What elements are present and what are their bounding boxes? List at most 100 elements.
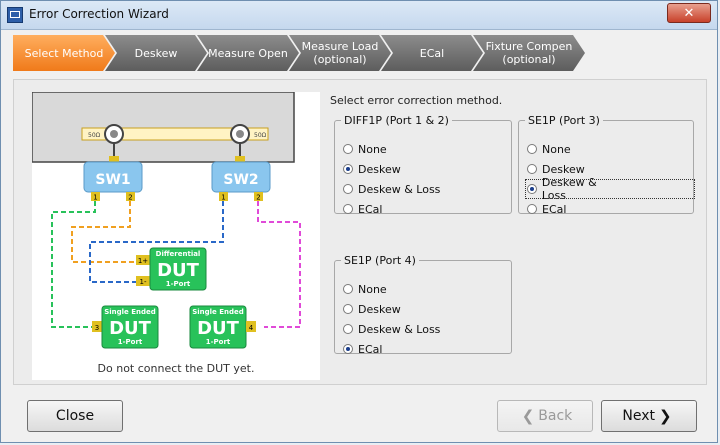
dut-differential-sub: 1-Port bbox=[166, 280, 191, 288]
step-label: Measure Load (optional) bbox=[301, 40, 379, 66]
sw1-pin-2-label: 2 bbox=[128, 194, 132, 202]
option-label: None bbox=[542, 142, 571, 156]
dut-differential-top: Differential bbox=[156, 250, 201, 258]
radio-icon[interactable] bbox=[343, 144, 353, 154]
option-label: Deskew bbox=[358, 302, 401, 316]
sw1-pin-1-label: 1 bbox=[93, 194, 97, 202]
radio-selected-icon[interactable] bbox=[343, 164, 353, 174]
cable-magenta bbox=[257, 201, 301, 328]
step-deskew: Deskew bbox=[105, 35, 207, 71]
connector-2-core bbox=[236, 130, 244, 138]
se1p4-option-none[interactable]: None bbox=[343, 281, 387, 297]
next-button-label: Next bbox=[622, 408, 656, 424]
wizard-steps: Select Method Deskew Measure Open Measur… bbox=[13, 35, 707, 73]
step-label: Measure Open bbox=[208, 46, 288, 60]
step-label: Fixture Compen (optional) bbox=[485, 40, 573, 66]
step-fixture-compen: Fixture Compen (optional) bbox=[473, 35, 585, 71]
se1p3-option-deskew[interactable]: Deskew bbox=[527, 161, 585, 177]
option-label: ECal bbox=[358, 342, 383, 356]
next-button[interactable]: Next ❯ bbox=[601, 400, 697, 432]
se1p3-option-none[interactable]: None bbox=[527, 141, 571, 157]
group-se1p-port4: SE1P (Port 4) None Deskew Deskew & Loss … bbox=[334, 254, 512, 357]
diagram-svg: 50Ω 50Ω SW1 SW2 1 2 1 2 1+ 1- Differenti… bbox=[31, 91, 301, 375]
diff-pin-minus-label: 1- bbox=[140, 278, 147, 286]
radio-icon[interactable] bbox=[343, 304, 353, 314]
sw2-pin-1-label: 1 bbox=[221, 194, 225, 202]
se1p4-option-deskew-loss[interactable]: Deskew & Loss bbox=[343, 321, 440, 337]
dut-se4-sub: 1-Port bbox=[206, 338, 231, 346]
step-select-method: Select Method bbox=[13, 35, 115, 71]
group-diff1p-legend: DIFF1P (Port 1 & 2) bbox=[344, 114, 449, 127]
se1p4-option-deskew[interactable]: Deskew bbox=[343, 301, 401, 317]
switch-sw2-label: SW2 bbox=[223, 172, 258, 188]
chevron-left-icon: ❮ bbox=[521, 407, 535, 425]
dut-differential-main: DUT bbox=[157, 260, 200, 281]
dut-se3-sub: 1-Port bbox=[118, 338, 143, 346]
radio-icon[interactable] bbox=[343, 184, 353, 194]
back-button-label: Back bbox=[538, 408, 573, 424]
option-label: Deskew & Loss bbox=[358, 182, 441, 196]
group-diff1p: DIFF1P (Port 1 & 2) None Deskew Deskew &… bbox=[334, 114, 512, 217]
cable-green bbox=[51, 201, 100, 328]
group-se1p4-legend: SE1P (Port 4) bbox=[344, 254, 416, 267]
step-ecal: ECal bbox=[381, 35, 483, 71]
close-button-label: Close bbox=[55, 408, 95, 424]
diff1p-option-ecal[interactable]: ECal bbox=[343, 201, 382, 217]
port-label-1: 50Ω bbox=[88, 132, 101, 139]
radio-icon[interactable] bbox=[527, 144, 537, 154]
group-se1p-port3: SE1P (Port 3) None Deskew Deskew & Loss … bbox=[518, 114, 695, 217]
switch-sw1-label: SW1 bbox=[95, 172, 130, 188]
radio-icon[interactable] bbox=[343, 204, 353, 214]
dut-se3-main: DUT bbox=[109, 318, 152, 339]
group-se1p3-legend: SE1P (Port 3) bbox=[528, 114, 600, 127]
dut-se4-main: DUT bbox=[197, 318, 240, 339]
window-title: Error Correction Wizard bbox=[29, 7, 169, 21]
diff1p-option-none[interactable]: None bbox=[343, 141, 387, 157]
content-panel: 50Ω 50Ω SW1 SW2 1 2 1 2 1+ 1- Differenti… bbox=[13, 79, 707, 385]
radio-icon[interactable] bbox=[343, 324, 353, 334]
connector-1-core bbox=[110, 130, 118, 138]
option-label: None bbox=[358, 282, 387, 296]
step-label: Select Method bbox=[24, 46, 104, 60]
option-label: ECal bbox=[542, 202, 567, 216]
title-bar: Error Correction Wizard ✕ bbox=[1, 1, 717, 30]
se1p3-option-deskew-loss[interactable]: Deskew & Loss bbox=[525, 176, 695, 202]
chevron-right-icon: ❯ bbox=[659, 407, 672, 425]
radio-selected-icon[interactable] bbox=[527, 184, 537, 194]
se1p4-option-ecal[interactable]: ECal bbox=[343, 341, 382, 357]
close-button[interactable]: Close bbox=[27, 400, 123, 432]
footer-bar: Close ❮ Back Next ❯ bbox=[1, 391, 717, 442]
wizard-window: Error Correction Wizard ✕ Select Method … bbox=[0, 0, 718, 443]
diff-pin-plus-label: 1+ bbox=[138, 257, 148, 265]
step-label: ECal bbox=[419, 46, 445, 60]
instrument-body bbox=[31, 91, 295, 163]
option-label: ECal bbox=[358, 202, 383, 216]
pad-2 bbox=[235, 156, 245, 162]
dut-se3-top: Single Ended bbox=[104, 308, 156, 316]
dut-se4-top: Single Ended bbox=[192, 308, 244, 316]
connection-diagram: 50Ω 50Ω SW1 SW2 1 2 1 2 1+ 1- Differenti… bbox=[31, 91, 320, 380]
radio-selected-icon[interactable] bbox=[343, 344, 353, 354]
radio-icon[interactable] bbox=[343, 284, 353, 294]
option-label: Deskew & Loss bbox=[358, 322, 441, 336]
cable-orange bbox=[71, 201, 142, 263]
radio-icon[interactable] bbox=[527, 204, 537, 214]
step-measure-open: Measure Open bbox=[197, 35, 299, 71]
se1p3-option-ecal[interactable]: ECal bbox=[527, 201, 566, 217]
se4-pin-label: 4 bbox=[249, 324, 254, 332]
sw2-pin-2-label: 2 bbox=[256, 194, 260, 202]
option-label: Deskew bbox=[358, 162, 401, 176]
option-label: Deskew & Loss bbox=[541, 176, 597, 202]
diff1p-option-deskew-loss[interactable]: Deskew & Loss bbox=[343, 181, 440, 197]
option-label: None bbox=[358, 142, 387, 156]
se3-pin-label: 3 bbox=[95, 324, 99, 332]
app-icon bbox=[7, 7, 23, 23]
step-label: Deskew bbox=[134, 46, 178, 60]
port-label-2: 50Ω bbox=[254, 132, 267, 139]
back-button[interactable]: ❮ Back bbox=[497, 400, 593, 432]
window-close-icon[interactable]: ✕ bbox=[667, 3, 711, 23]
diff1p-option-deskew[interactable]: Deskew bbox=[343, 161, 401, 177]
radio-icon[interactable] bbox=[527, 164, 537, 174]
pad-1 bbox=[109, 156, 119, 162]
instruction-text: Select error correction method. bbox=[330, 94, 503, 107]
